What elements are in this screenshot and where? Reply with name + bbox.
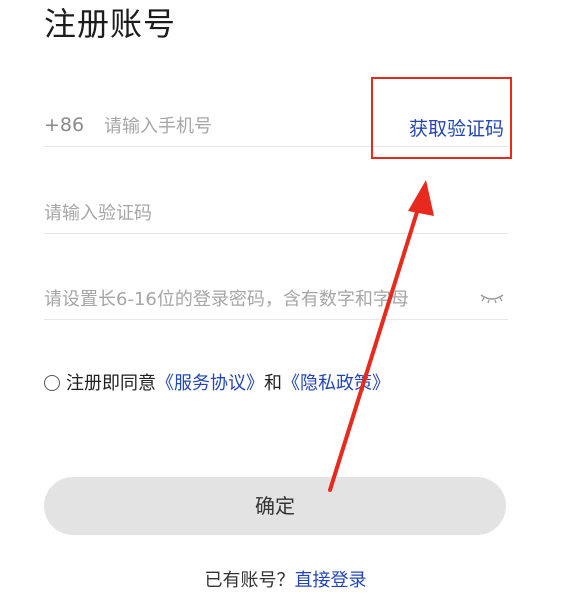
password-input[interactable] [44,279,464,319]
code-field-row [44,193,508,234]
agreement-connector: 和 [264,373,282,394]
page-title: 注册账号 [44,5,177,43]
country-code-prefix[interactable]: +86 [44,114,84,136]
password-field-row [44,279,508,320]
login-prompt: 已有账号？ [204,570,295,591]
privacy-policy-link[interactable]: 《隐私政策》 [282,373,390,394]
service-agreement-link[interactable]: 《服务协议》 [156,373,264,394]
eye-closed-icon[interactable] [478,289,506,307]
phone-input[interactable] [104,106,374,146]
agreement-prefix: 注册即同意 [66,373,156,394]
get-code-button[interactable]: 获取验证码 [409,114,504,141]
agreement-row: 注册即同意《服务协议》和《隐私政策》 [44,372,390,396]
agreement-radio[interactable] [44,375,60,391]
login-link[interactable]: 直接登录 [295,570,367,591]
confirm-button[interactable]: 确定 [44,477,506,535]
code-input[interactable] [44,193,464,233]
login-row: 已有账号？直接登录 [0,566,571,592]
phone-field-row: +86 获取验证码 [44,106,508,147]
